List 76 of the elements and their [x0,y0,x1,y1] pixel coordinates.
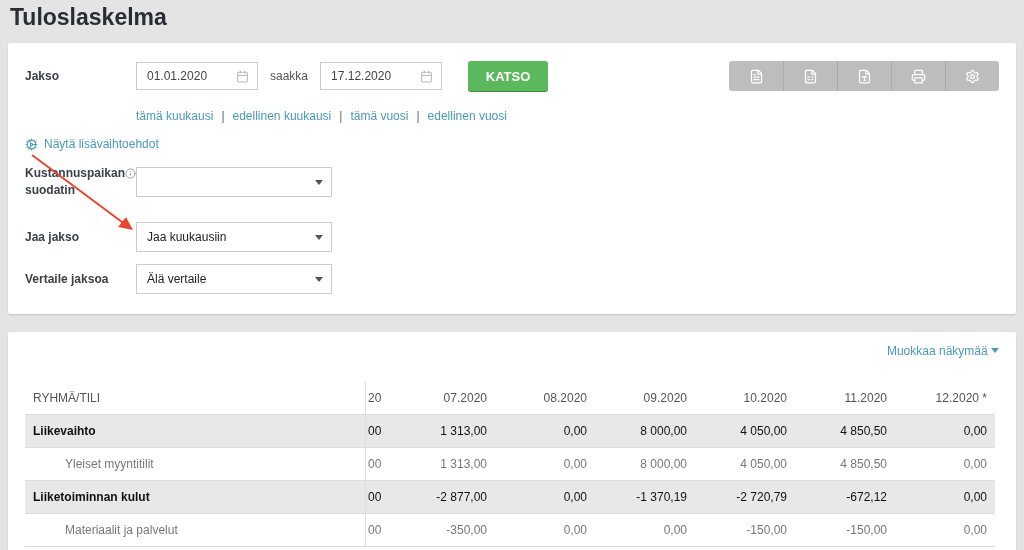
table-cell-text: -1 370,19 [635,489,688,506]
table-cell-text: 8 000,00 [639,423,688,440]
caret-icon [991,348,999,353]
settings-icon [965,68,980,84]
table-cell-text: 8 000,00 [639,456,688,473]
table-cell: 00 [365,448,395,480]
table-cell-text: -150,00 [745,522,788,539]
column-header: 12.2020 * [934,390,988,407]
column-header: 08.2020 [542,390,588,407]
table-cell-text: 0,00 [962,456,988,473]
table-cell: 00 [365,481,395,513]
settings-button[interactable] [945,61,999,91]
table-cell-text: -150,00 [845,522,888,539]
link-separator: | [416,109,420,123]
table-cell-text: Liiketoiminnan kulut [32,489,151,506]
edit-view-link[interactable]: Muokkaa näkymää [886,344,999,368]
view-button[interactable]: KATSO [468,61,549,91]
table-cell-text: -350,00 [445,522,488,539]
page-title: Tuloslaskelma [9,3,168,32]
file-text-icon [748,68,764,84]
period-link[interactable]: tämä kuukausi [136,109,214,123]
table-cell: 00 [365,415,395,447]
calendar-icon [420,69,434,83]
more-options-link[interactable]: Näytä lisävaihtoehdot [25,137,999,151]
period-link[interactable]: edellinen vuosi [427,109,507,123]
separator-text: saakka [270,69,309,83]
filter-label: Jaa jakso [25,228,80,246]
dropdown-select[interactable]: Jaa kuukausiin [136,222,332,252]
table-cell-text: 0,00 [962,522,988,539]
caret-icon [315,179,323,185]
caret-icon [315,234,323,240]
table-cell-text: 4 850,50 [839,423,888,440]
table-cell-text: Yleiset myyntitilit [64,456,155,473]
table-cell-text: 4 050,00 [739,456,788,473]
table-cell-text: 0,00 [562,489,588,506]
table-cell-text: 0,00 [562,423,588,440]
table-cell-text: 0,00 [962,423,988,440]
table-cell-text: 0,00 [662,522,688,539]
printer-button[interactable] [891,61,945,91]
column-header: 07.2020 [442,390,488,407]
table-cell-text: 4 050,00 [739,423,788,440]
calendar-icon [236,69,249,83]
table-cell-text: -2 720,79 [735,489,788,506]
end-date-field[interactable]: 17.12.2020 [320,62,443,90]
table-cell-text: 0,00 [562,456,588,473]
column-header: 20 [365,382,395,414]
column-header: RYHMÄ/TILI [32,390,102,407]
dropdown-select[interactable]: Älä vertaile [136,264,332,294]
column-header: 09.2020 [642,390,688,407]
period-link[interactable]: edellinen kuukausi [232,109,332,123]
table-cell-text: 1 313,00 [439,456,488,473]
spreadsheet-icon [803,68,818,84]
column-header: 10.2020 [742,390,788,407]
filter-label: Vertaile jaksoa [25,270,109,288]
table-cell: 00 [365,514,395,546]
table-cell-text: -2 877,00 [435,489,488,506]
period-label: Jakso [25,67,61,85]
start-date-field[interactable]: 01.01.2020 [136,62,258,90]
link-separator: | [221,109,225,123]
column-header: 11.2020 [843,390,888,407]
pdf-file-button[interactable] [837,61,891,91]
info-icon [125,168,137,179]
table-cell-text: -672,12 [845,489,888,506]
table-cell-text: Materiaalit ja palvelut [64,522,179,539]
spreadsheet-button[interactable] [783,61,837,91]
dropdown-select[interactable] [136,167,332,197]
file-text-button[interactable] [729,61,783,91]
table-cell-text: Liikevaihto [32,423,97,440]
table-cell-text: 4 850,50 [839,456,888,473]
link-separator: | [339,109,343,123]
caret-icon [315,276,323,282]
printer-icon [911,68,926,84]
table-cell-text: 0,00 [962,489,988,506]
table-cell-text: 0,00 [562,522,588,539]
period-link[interactable]: tämä vuosi [350,109,409,123]
table-cell-text: 1 313,00 [439,423,488,440]
